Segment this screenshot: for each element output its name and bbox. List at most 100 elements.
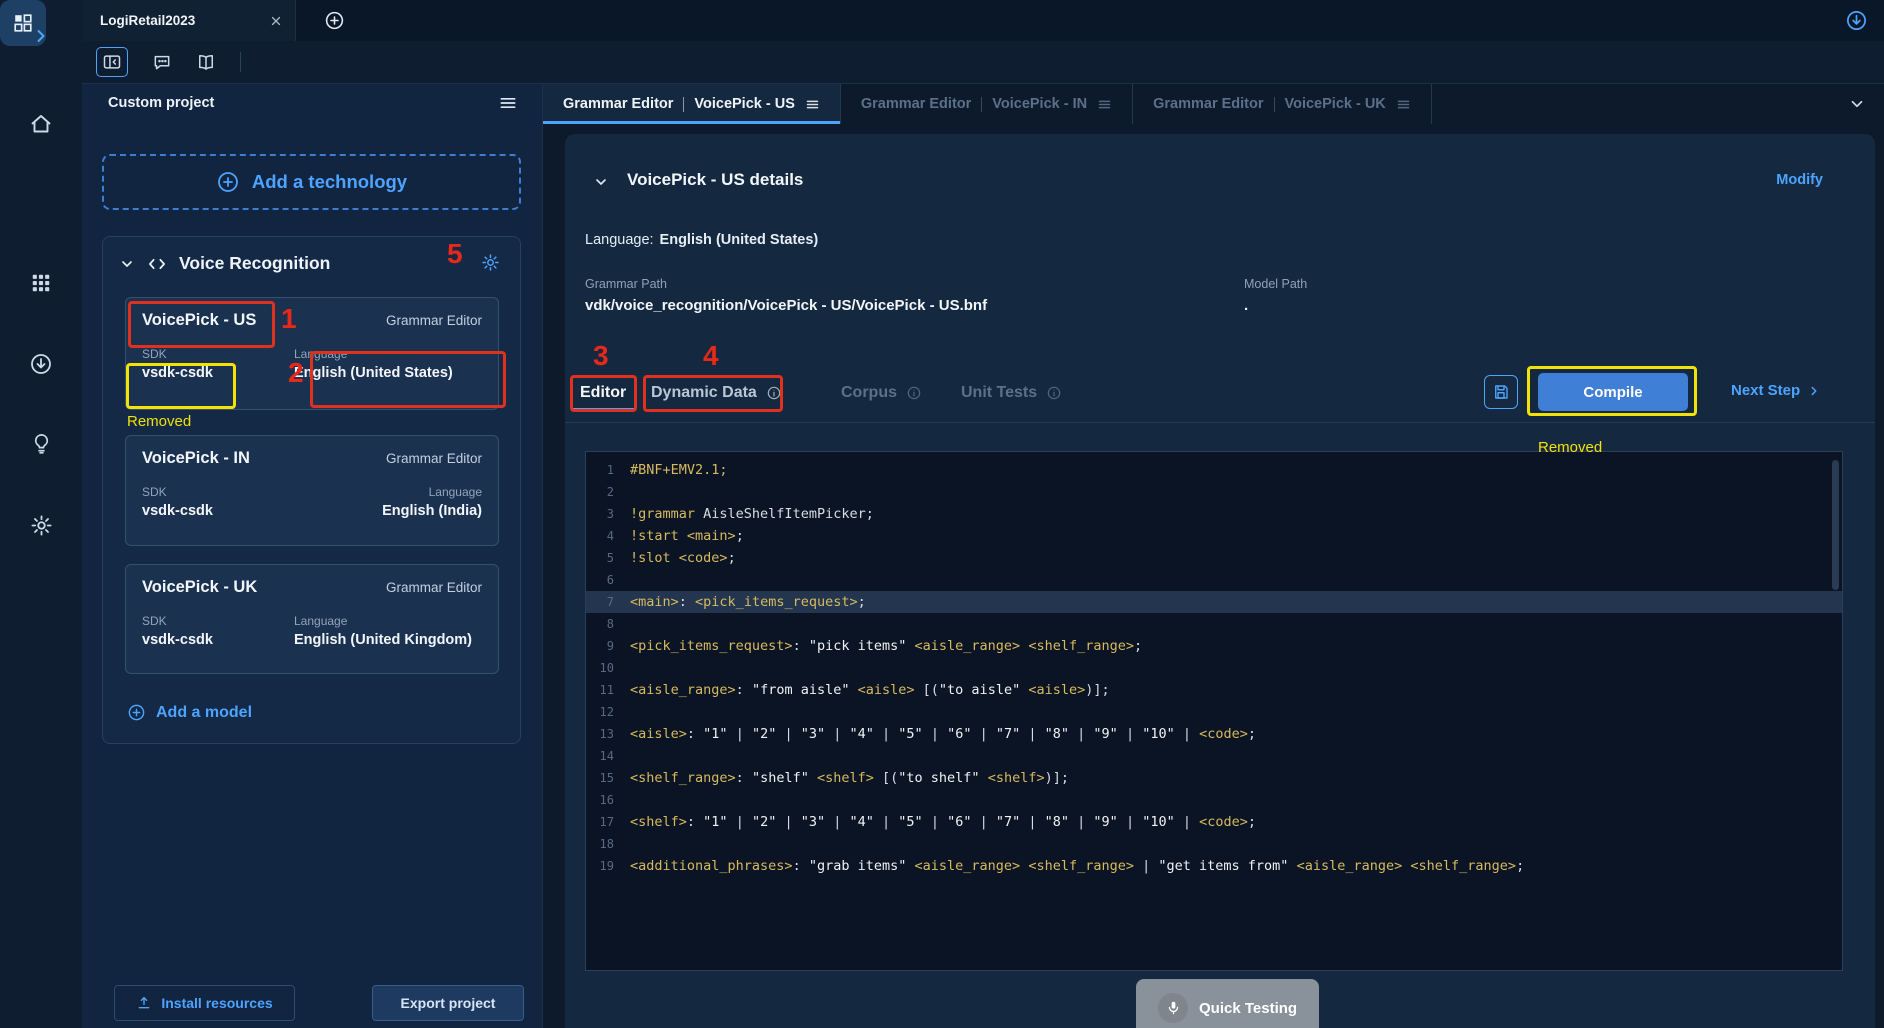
line-number: 16 <box>586 789 630 811</box>
info-icon[interactable] <box>906 385 922 401</box>
details-collapse-icon[interactable] <box>593 174 609 190</box>
tips-lightbulb-icon[interactable] <box>0 432 82 455</box>
line-number: 8 <box>586 613 630 635</box>
settings-gear-icon[interactable] <box>0 514 82 537</box>
project-tab-title: LogiRetail2023 <box>100 13 259 28</box>
language-value: English (United States) <box>294 365 482 381</box>
modify-link[interactable]: Modify <box>1776 172 1823 188</box>
model-card-voicepick-us[interactable]: VoicePick - US Grammar Editor SDK vsdk-c… <box>125 297 499 410</box>
expand-rail-icon[interactable] <box>0 26 82 46</box>
code-line[interactable]: 12 <box>586 701 1842 723</box>
line-number: 9 <box>586 635 630 657</box>
tab-grammar-editor-voicepick-uk[interactable]: Grammar Editor VoicePick - UK <box>1133 84 1432 124</box>
voice-recognition-header[interactable]: Voice Recognition <box>119 253 330 274</box>
export-project-button[interactable]: Export project <box>372 985 524 1021</box>
code-lines: 1#BNF+EMV2.1;23!grammar AisleShelfItemPi… <box>586 459 1842 877</box>
code-line[interactable]: 18 <box>586 833 1842 855</box>
code-line[interactable]: 17<shelf>: "1" | "2" | "3" | "4" | "5" |… <box>586 811 1842 833</box>
plus-circle-icon <box>127 703 146 722</box>
tab-app-label: Grammar Editor <box>861 96 971 112</box>
code-line[interactable]: 4!start <main>; <box>586 525 1842 547</box>
downloads-icon[interactable] <box>0 352 82 376</box>
code-line[interactable]: 10 <box>586 657 1842 679</box>
documentation-book-icon[interactable] <box>196 52 216 72</box>
tab-corpus[interactable]: Corpus <box>841 375 922 411</box>
add-model-button[interactable]: Add a model <box>127 703 252 722</box>
voice-recognition-settings-icon[interactable] <box>481 253 500 272</box>
tab-editor[interactable]: Editor <box>571 375 635 411</box>
code-text: <main>: <pick_items_request>; <box>630 591 866 613</box>
info-icon[interactable] <box>766 385 782 401</box>
add-technology-label: Add a technology <box>252 171 407 193</box>
code-line[interactable]: 5!slot <code>; <box>586 547 1842 569</box>
editor-tab-strip: Grammar Editor VoicePick - US Grammar Ed… <box>543 84 1432 124</box>
code-line[interactable]: 15<shelf_range>: "shelf" <shelf> [("to s… <box>586 767 1842 789</box>
new-project-tab-button[interactable] <box>324 0 345 41</box>
apps-grid-icon[interactable] <box>0 272 82 294</box>
code-line[interactable]: 1#BNF+EMV2.1; <box>586 459 1842 481</box>
main-area: Grammar Editor VoicePick - US Grammar Ed… <box>543 84 1884 1028</box>
install-resources-label: Install resources <box>161 995 272 1011</box>
details-language: Language:English (United States) <box>585 232 818 248</box>
download-icon[interactable] <box>1845 9 1868 32</box>
toggle-side-panel-button[interactable] <box>96 47 128 77</box>
info-icon[interactable] <box>1046 385 1062 401</box>
grammar-code-editor[interactable]: 1#BNF+EMV2.1;23!grammar AisleShelfItemPi… <box>585 451 1843 971</box>
close-tab-icon[interactable] <box>269 14 283 28</box>
tab-model-label: VoicePick - US <box>694 96 794 112</box>
code-line[interactable]: 19<additional_phrases>: "grab items" <ai… <box>586 855 1842 877</box>
install-resources-button[interactable]: Install resources <box>114 985 295 1021</box>
code-line[interactable]: 3!grammar AisleShelfItemPicker; <box>586 503 1842 525</box>
tab-grammar-editor-voicepick-in[interactable]: Grammar Editor VoicePick - IN <box>841 84 1133 124</box>
save-floppy-icon <box>1492 383 1510 401</box>
code-line[interactable]: 13<aisle>: "1" | "2" | "3" | "4" | "5" |… <box>586 723 1842 745</box>
tab-menu-icon[interactable] <box>805 97 820 112</box>
code-text: !start <main>; <box>630 525 744 547</box>
editor-scrollbar[interactable] <box>1832 460 1839 590</box>
code-text: <pick_items_request>: "pick items" <aisl… <box>630 635 1142 657</box>
model-card-voicepick-uk[interactable]: VoicePick - UK Grammar Editor SDK vsdk-c… <box>125 564 499 674</box>
line-number: 12 <box>586 701 630 723</box>
panel-menu-icon[interactable] <box>498 93 518 113</box>
code-line[interactable]: 14 <box>586 745 1842 767</box>
code-line[interactable]: 11<aisle_range>: "from aisle" <aisle> [(… <box>586 679 1842 701</box>
home-icon[interactable] <box>0 112 82 136</box>
next-step-button[interactable]: Next Step <box>1731 382 1821 399</box>
compile-button[interactable]: Compile <box>1538 373 1688 411</box>
toolbar-separator <box>240 52 241 72</box>
code-line[interactable]: 9<pick_items_request>: "pick items" <ais… <box>586 635 1842 657</box>
add-technology-button[interactable]: Add a technology <box>102 154 521 210</box>
code-line[interactable]: 16 <box>586 789 1842 811</box>
voice-recognition-title: Voice Recognition <box>179 253 330 274</box>
code-line[interactable]: 7<main>: <pick_items_request>; <box>586 591 1842 613</box>
tabstrip-chevron-down-icon[interactable] <box>1848 95 1866 113</box>
tab-grammar-editor-voicepick-us[interactable]: Grammar Editor VoicePick - US <box>543 84 841 124</box>
line-number: 4 <box>586 525 630 547</box>
feedback-chat-icon[interactable] <box>152 52 172 72</box>
model-path-label: Model Path <box>1244 277 1307 291</box>
code-text: <aisle_range>: "from aisle" <aisle> [("t… <box>630 679 1110 701</box>
sdk-value: vsdk-csdk <box>142 503 213 519</box>
quick-testing-button[interactable]: Quick Testing <box>1136 979 1319 1028</box>
tab-dynamic-data[interactable]: Dynamic Data <box>651 375 782 411</box>
sdk-label: SDK <box>142 614 213 628</box>
model-card-voicepick-in[interactable]: VoicePick - IN Grammar Editor SDK vsdk-c… <box>125 435 499 546</box>
line-number: 13 <box>586 723 630 745</box>
model-name: VoicePick - US <box>142 311 256 330</box>
code-text: !grammar AisleShelfItemPicker; <box>630 503 874 525</box>
plus-circle-icon <box>216 170 240 194</box>
line-number: 10 <box>586 657 630 679</box>
tab-unit-tests[interactable]: Unit Tests <box>961 375 1062 411</box>
code-text: <additional_phrases>: "grab items" <aisl… <box>630 855 1524 877</box>
project-tab[interactable]: LogiRetail2023 <box>82 0 296 41</box>
tab-menu-icon[interactable] <box>1097 97 1112 112</box>
language-label: Language <box>294 485 482 499</box>
code-line[interactable]: 6 <box>586 569 1842 591</box>
collapse-chevron-icon[interactable] <box>119 256 135 272</box>
line-number: 1 <box>586 459 630 481</box>
project-panel-title: Custom project <box>108 95 498 111</box>
code-line[interactable]: 8 <box>586 613 1842 635</box>
tab-menu-icon[interactable] <box>1396 97 1411 112</box>
save-button[interactable] <box>1484 375 1518 409</box>
code-line[interactable]: 2 <box>586 481 1842 503</box>
